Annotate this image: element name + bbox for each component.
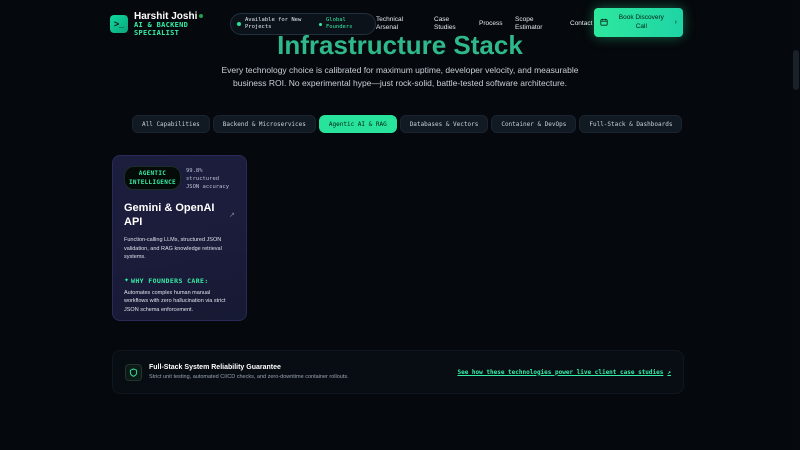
banner-title: Full-Stack System Reliability Guarantee [149, 364, 281, 371]
banner-description: Strict unit testing, automated CI/CD che… [149, 374, 349, 380]
page-title: Infrastructure Stack [277, 30, 523, 56]
tab-all-capabilities[interactable]: All Capabilities [132, 115, 210, 133]
card-description: Function-calling LLMs, structured JSON v… [124, 237, 222, 260]
availability-target-line1: Global [326, 17, 346, 24]
card-title: Gemini & OpenAI API [124, 202, 215, 228]
scrollbar[interactable] [792, 0, 800, 450]
tab-databases-vectors[interactable]: Databases & Vectors [399, 115, 489, 133]
availability-text-line1: Available for New [245, 17, 302, 24]
scrollbar-thumb[interactable] [793, 50, 799, 90]
nav-link-process[interactable]: Process [479, 20, 515, 28]
arrow-right-icon: › [674, 19, 677, 26]
tab-agentic-ai-rag[interactable]: Agentic AI & RAG [318, 115, 397, 133]
cta-label-line1: Book Discovery [618, 14, 664, 22]
arrow-up-right-icon: ↗ [667, 368, 671, 376]
page-subtitle: Every technology choice is calibrated fo… [221, 65, 579, 88]
category-tabs: All Capabilities Backend & Microservices… [132, 114, 683, 134]
why-founders-care-heading: WHY FOUNDERS CARE: [131, 276, 209, 285]
why-founders-care-description: Automates complex human manual workflows… [124, 289, 226, 313]
status-dot-icon [199, 14, 204, 19]
separator-dot-icon [319, 22, 322, 26]
sparkle-icon: ✦ [124, 278, 130, 284]
tab-full-stack-dashboards[interactable]: Full-Stack & Dashboards [579, 115, 683, 133]
accuracy-stat: 99.8% structured JSON accuracy [185, 168, 229, 190]
tab-backend-microservices[interactable]: Backend & Microservices [212, 115, 316, 133]
technology-card[interactable]: AGENTIC INTELLIGENCE 99.8% structured JS… [112, 155, 247, 321]
calendar-icon [600, 18, 608, 28]
category-badge: AGENTIC INTELLIGENCE [124, 166, 181, 190]
external-link-arrow-icon[interactable]: ↗ [229, 211, 235, 229]
case-studies-link[interactable]: See how these technologies power live cl… [457, 369, 671, 376]
shield-icon [125, 363, 142, 381]
availability-dot-icon [237, 22, 241, 26]
tab-container-devops[interactable]: Container & DevOps [491, 115, 577, 133]
reliability-banner: Full-Stack System Reliability Guarantee … [112, 350, 684, 394]
